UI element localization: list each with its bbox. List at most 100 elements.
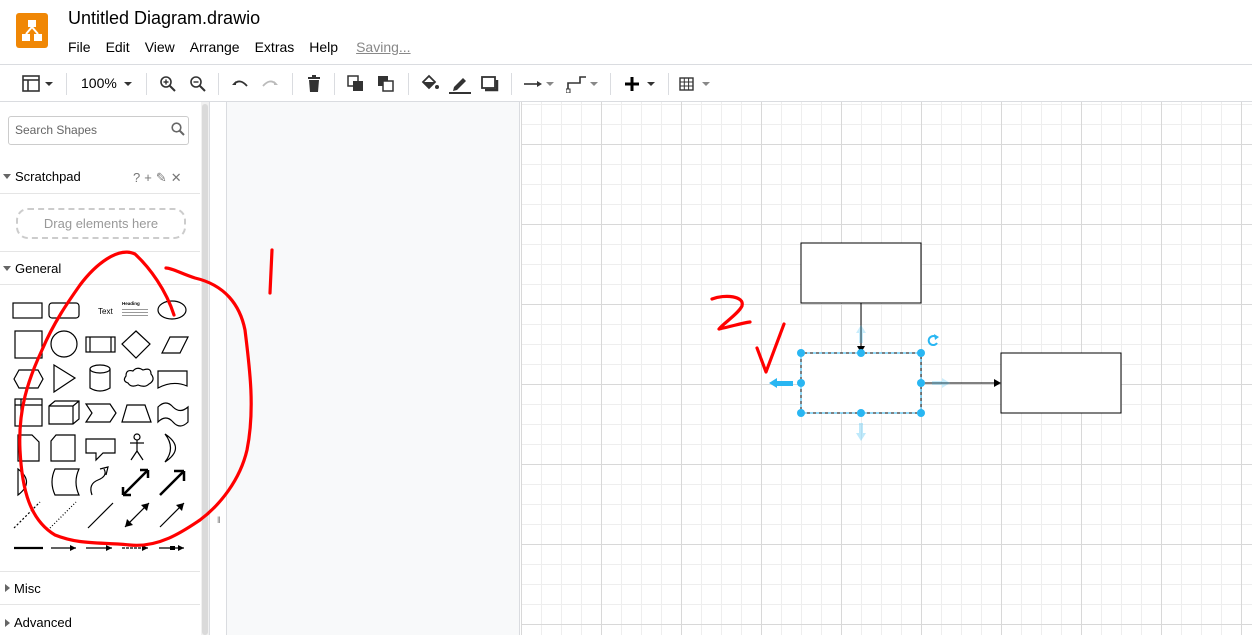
sidebar-scrollbar-thumb[interactable] [202,104,208,635]
search-icon[interactable] [171,122,185,141]
text-shape[interactable]: Text [98,307,113,316]
chevron-right-icon [5,584,10,592]
toolbar-separator [66,73,67,95]
line-shape[interactable] [87,502,114,529]
quick-connect-down-icon[interactable] [856,423,866,441]
actor-shape[interactable] [133,433,141,441]
table-icon[interactable] [678,72,714,96]
zoom-level[interactable]: 100% [81,75,117,91]
document-shape[interactable] [157,370,188,389]
dashed-line-shape[interactable] [13,501,41,529]
shapes-sidebar: Search Shapes Scratchpad ?+✎✕ Drag eleme… [0,102,210,635]
toolbar-separator [218,73,219,95]
diagram-canvas[interactable] [521,102,1252,635]
ellipse-shape[interactable] [157,300,187,320]
diagram-rectangle-selected[interactable] [800,352,922,414]
or-shape[interactable] [164,433,177,463]
section-advanced[interactable]: Advanced [0,606,200,635]
heading-shape[interactable]: Heading [122,301,148,316]
splitter-handle-icon[interactable]: ‖ [217,515,221,525]
line-color-icon[interactable] [449,72,471,96]
chevron-down-icon [3,265,11,271]
quick-connect-left-icon[interactable] [769,378,793,388]
arrow-shape[interactable] [159,469,186,496]
shadow-icon[interactable] [480,72,500,96]
scratchpad-drop-zone[interactable]: Drag elements here [16,208,186,239]
section-label: Scratchpad [15,169,81,184]
section-misc[interactable]: Misc [0,571,200,605]
zoom-dropdown-icon[interactable] [122,72,134,96]
diamond-shape[interactable] [121,330,151,359]
drawio-logo[interactable] [16,13,48,48]
hexagon-shape[interactable] [13,369,44,389]
menu-arrange[interactable]: Arrange [190,39,240,55]
card-shape[interactable] [50,434,76,462]
cloud-shape[interactable] [123,367,154,387]
dotted-line-shape[interactable] [49,501,77,529]
rounded-rectangle-shape[interactable] [48,302,80,319]
menu-extras[interactable]: Extras [255,39,295,55]
heading-shape-label: Heading [122,301,140,306]
app-header: Untitled Diagram.drawio File Edit View A… [0,0,1252,64]
scratchpad-tools[interactable]: ?+✎✕ [133,170,186,186]
save-status[interactable]: Saving... [356,39,410,55]
step-shape[interactable] [84,403,117,423]
toolbar-separator [292,73,293,95]
quick-connect-right-icon[interactable] [932,378,950,388]
delay-shape[interactable] [17,467,28,497]
redo-icon[interactable] [260,72,280,96]
toolbar-separator [334,73,335,95]
menu-edit[interactable]: Edit [106,39,130,55]
data-storage-shape[interactable] [51,468,80,496]
tape-shape[interactable] [157,402,189,427]
format-panel-blank [226,102,520,635]
rotate-handle-icon[interactable] [927,334,939,347]
bidirectional-arrow-shape[interactable] [121,468,150,497]
toolbar-separator [408,73,409,95]
diagram-rectangle-top[interactable] [800,242,922,304]
chevron-right-icon [5,618,10,627]
diagram-rectangle-right[interactable] [1000,352,1122,414]
panel-layout-icon[interactable] [22,72,56,96]
insert-icon[interactable] [622,72,658,96]
menu-bar: File Edit View Arrange Extras Help Savin… [68,39,426,55]
section-label: Advanced [14,615,72,630]
cube-shape[interactable] [48,400,80,425]
delete-icon[interactable] [304,72,324,96]
chevron-down-icon [3,174,11,179]
circle-shape[interactable] [50,330,78,358]
rectangle-shape[interactable] [12,302,43,319]
section-label: General [15,260,62,276]
menu-file[interactable]: File [68,39,91,55]
to-front-icon[interactable] [346,72,366,96]
menu-view[interactable]: View [145,39,175,55]
toolbar-separator [511,73,512,95]
quick-connect-up-icon[interactable] [856,325,866,343]
menu-help[interactable]: Help [309,39,338,55]
zoom-in-icon[interactable] [158,72,178,96]
fill-color-icon[interactable] [420,72,440,96]
triangle-shape[interactable] [53,363,77,394]
trapezoid-shape[interactable] [121,404,152,423]
toolbar: 100% [0,64,1252,102]
toolbar-separator [668,73,669,95]
toolbar-separator [146,73,147,95]
connection-icon[interactable] [522,72,556,96]
general-shapes-palette: Text Heading [12,300,189,551]
section-general[interactable]: General [0,251,200,285]
search-shapes-input[interactable]: Search Shapes [8,116,189,145]
section-label: Misc [14,580,41,596]
to-back-icon[interactable] [376,72,396,96]
sidebar-splitter[interactable] [210,102,226,635]
toolbar-separator [610,73,611,95]
undo-icon[interactable] [230,72,250,96]
callout-shape[interactable] [85,438,116,462]
square-shape[interactable] [14,330,43,359]
curved-arrow-shape[interactable] [90,466,109,496]
note-shape[interactable] [17,434,40,462]
parallelogram-shape[interactable] [161,336,189,354]
zoom-out-icon[interactable] [188,72,208,96]
waypoints-icon[interactable] [566,72,600,96]
internal-storage-shape[interactable] [14,398,43,427]
document-title[interactable]: Untitled Diagram.drawio [68,8,260,29]
